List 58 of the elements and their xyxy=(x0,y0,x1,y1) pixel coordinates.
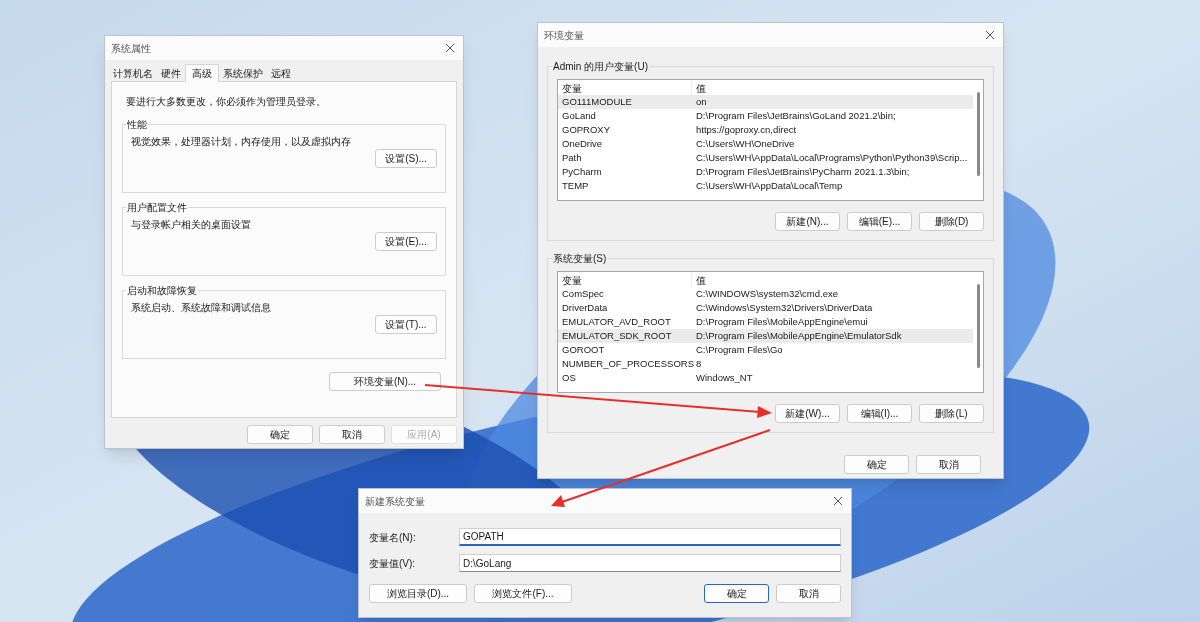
group-title: 用户配置文件 xyxy=(126,201,188,215)
dialog-button[interactable]: 确定 xyxy=(247,425,313,444)
scrollbar-thumb[interactable] xyxy=(976,92,980,176)
column-header: 值 xyxy=(695,81,706,96)
group-title: 启动和故障恢复 xyxy=(126,284,198,298)
list-row[interactable]: EMULATOR_AVD_ROOT D:\Program Files\MobileAppEngine\emui xyxy=(558,315,973,329)
dialog-button[interactable]: 取消 xyxy=(319,425,385,444)
group-title: 系统变量(S) xyxy=(552,252,608,266)
scrollbar-thumb[interactable] xyxy=(976,284,980,368)
settings-button[interactable]: 设置(E)... xyxy=(375,232,437,251)
settings-button[interactable]: 设置(S)... xyxy=(375,149,437,168)
list-row[interactable]: TEMP C:\Users\WH\AppData\Local\Temp xyxy=(558,179,973,193)
list-row[interactable]: GO111MODULE on xyxy=(558,95,973,109)
list-row[interactable]: Path C:\Users\WH\AppData\Local\Programs\Python\Python39\Scrip... xyxy=(558,151,973,165)
close-icon[interactable] xyxy=(445,43,455,53)
list-row[interactable]: PyCharm D:\Program Files\JetBrains\PyCharm 2021.1.3\bin; xyxy=(558,165,973,179)
environment-variables-button[interactable]: 环境变量(N)... xyxy=(329,372,441,391)
list-button[interactable]: 新建(N)... xyxy=(775,212,840,231)
list-row[interactable]: GoLand D:\Program Files\JetBrains\GoLand 2021.2\bin; xyxy=(558,109,973,123)
list-row[interactable]: DriverData C:\Windows\System32\Drivers\DriverData xyxy=(558,301,973,315)
list-row[interactable]: EMULATOR_SDK_ROOT D:\Program Files\MobileAppEngine\EmulatorSdk xyxy=(558,329,973,343)
field-label: 变量名(N): xyxy=(369,530,417,545)
list-row[interactable]: ComSpec C:\WINDOWS\system32\cmd.exe xyxy=(558,287,973,301)
dialog-button[interactable]: 浏览目录(D)... xyxy=(369,584,467,603)
list-button[interactable]: 删除(L) xyxy=(919,404,984,423)
dialog-button: 应用(A) xyxy=(391,425,457,444)
field-label: 变量值(V): xyxy=(369,556,417,571)
dialog-button[interactable]: 取消 xyxy=(776,584,841,603)
list-button[interactable]: 编辑(I)... xyxy=(847,404,912,423)
close-icon[interactable] xyxy=(833,496,843,506)
column-header: 值 xyxy=(695,273,706,288)
group-title: 性能 xyxy=(126,118,148,132)
list-row[interactable]: OS Windows_NT xyxy=(558,371,973,385)
column-header: 变量 xyxy=(558,272,692,288)
settings-button[interactable]: 设置(T)... xyxy=(375,315,437,334)
list-row[interactable]: OneDrive C:\Users\WH\OneDrive xyxy=(558,137,973,151)
group-title: Admin 的用户变量(U) xyxy=(552,60,649,74)
list-button[interactable]: 删除(D) xyxy=(919,212,984,231)
list-row[interactable]: NUMBER_OF_PROCESSORS 8 xyxy=(558,357,973,371)
text-field[interactable]: GOPATH xyxy=(459,528,841,546)
dialog-button[interactable]: 浏览文件(F)... xyxy=(474,584,572,603)
tab[interactable]: 高级 xyxy=(185,64,219,82)
dialog-button[interactable]: 取消 xyxy=(916,455,981,474)
list-row[interactable]: GOPROXY https://goproxy.cn,direct xyxy=(558,123,973,137)
close-icon[interactable] xyxy=(985,30,995,40)
group-description: 系统启动、系统故障和调试信息 xyxy=(131,301,272,315)
list-button[interactable]: 编辑(E)... xyxy=(847,212,912,231)
group-description: 视觉效果，处理器计划，内存使用，以及虚拟内存 xyxy=(131,135,352,149)
window-title: 新建系统变量 xyxy=(365,494,425,509)
dialog-button[interactable]: 确定 xyxy=(704,584,769,603)
text-field[interactable]: D:\GoLang xyxy=(459,554,841,572)
window-title: 环境变量 xyxy=(544,28,584,43)
list-row[interactable]: GOROOT C:\Program Files\Go xyxy=(558,343,973,357)
window-title: 系统属性 xyxy=(111,41,151,56)
info-text: 要进行大多数更改，你必须作为管理员登录。 xyxy=(126,95,327,109)
dialog-button[interactable]: 确定 xyxy=(844,455,909,474)
list-button[interactable]: 新建(W)... xyxy=(775,404,840,423)
group-description: 与登录帐户相关的桌面设置 xyxy=(131,218,252,232)
